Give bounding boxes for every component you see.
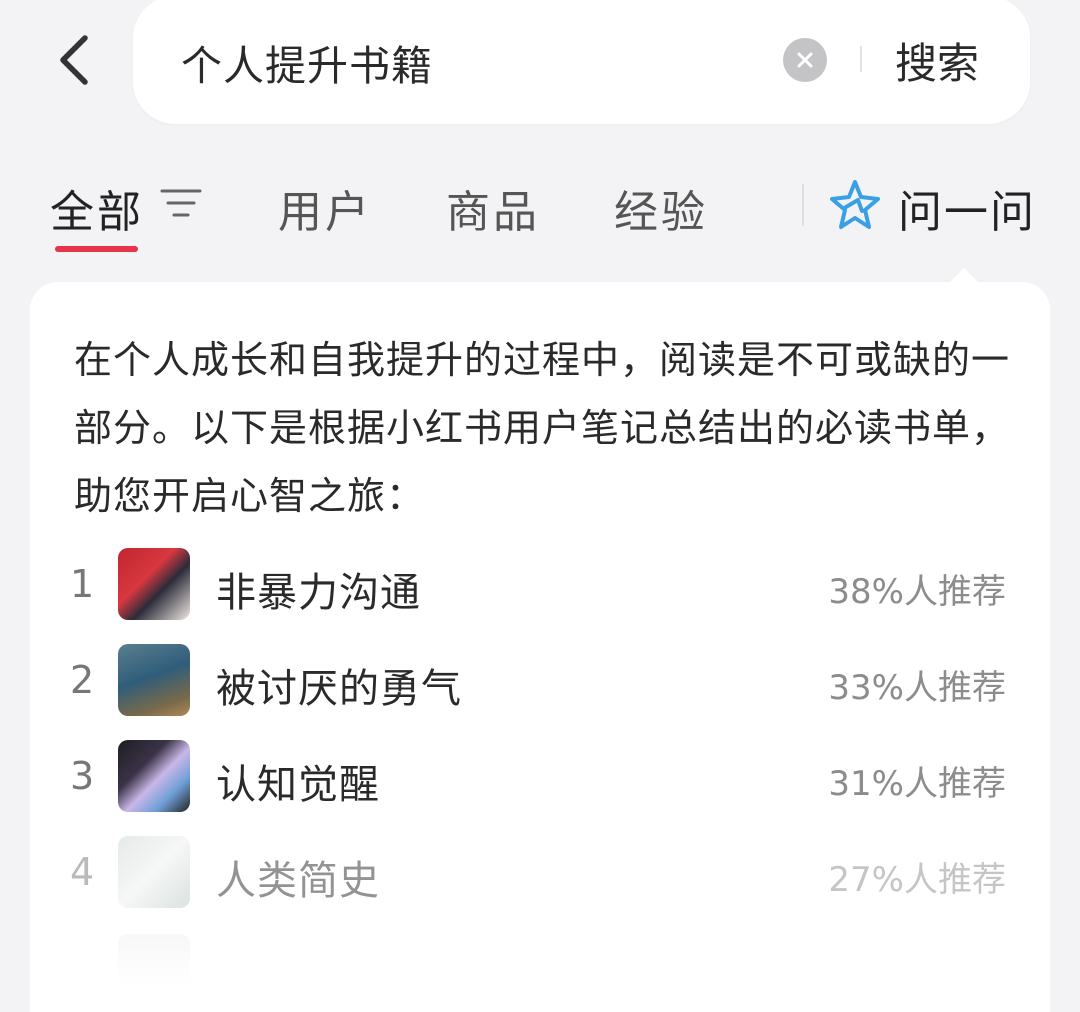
tab-experience[interactable]: 经验 [614,176,708,240]
ask-tab[interactable]: 问一问 [898,176,1036,240]
book-cover-image [118,548,190,620]
tab-products[interactable]: 商品 [446,176,540,240]
book-cover-image [118,836,190,908]
tab-all[interactable]: 全部 [50,176,144,240]
chevron-left-icon [60,35,88,85]
book-row-4[interactable]: 4 人类简史 27%人推荐 [30,828,1050,918]
book-title: 被讨厌的勇气 [216,666,462,712]
active-tab-indicator [55,246,138,252]
clear-icon [797,52,813,68]
search-input[interactable]: 个人提升书籍 [181,32,433,92]
sparkle-star-icon[interactable] [828,178,882,232]
book-recommend-rate: 31%人推荐 [828,764,1006,804]
book-recommend-rate: 38%人推荐 [828,572,1006,612]
book-title: 认知觉醒 [216,762,380,808]
book-cover-image [118,644,190,716]
tab-users[interactable]: 用户 [278,176,372,240]
book-row-3[interactable]: 3 认知觉醒 31%人推荐 [30,732,1050,822]
tab-divider [802,184,804,226]
filter-icon[interactable] [160,186,202,220]
book-title: 非暴力沟通 [216,570,421,616]
book-row-1[interactable]: 1 非暴力沟通 38%人推荐 [30,540,1050,630]
book-row-2[interactable]: 2 被讨厌的勇气 33%人推荐 [30,636,1050,726]
back-button[interactable] [44,22,104,98]
answer-intro: 在个人成长和自我提升的过程中，阅读是不可或缺的一部分。以下是根据小红书用户笔记总… [74,338,1011,518]
book-recommend-rate: 27%人推荐 [828,860,1006,900]
clear-button[interactable] [783,38,827,82]
book-rank: 3 [70,754,95,798]
book-rank: 1 [70,562,95,606]
ai-answer-card: 在个人成长和自我提升的过程中，阅读是不可或缺的一部分。以下是根据小红书用户笔记总… [30,282,1050,1012]
search-bar[interactable]: 个人提升书籍 搜索 [133,0,1030,124]
book-title: 人类简史 [216,858,380,904]
search-button[interactable]: 搜索 [895,30,979,91]
list-fade-overlay [30,922,1050,1012]
book-cover-image [118,740,190,812]
search-divider [860,46,862,72]
book-rank: 4 [70,850,95,894]
book-recommend-rate: 33%人推荐 [828,668,1006,708]
book-rank: 2 [70,658,95,702]
